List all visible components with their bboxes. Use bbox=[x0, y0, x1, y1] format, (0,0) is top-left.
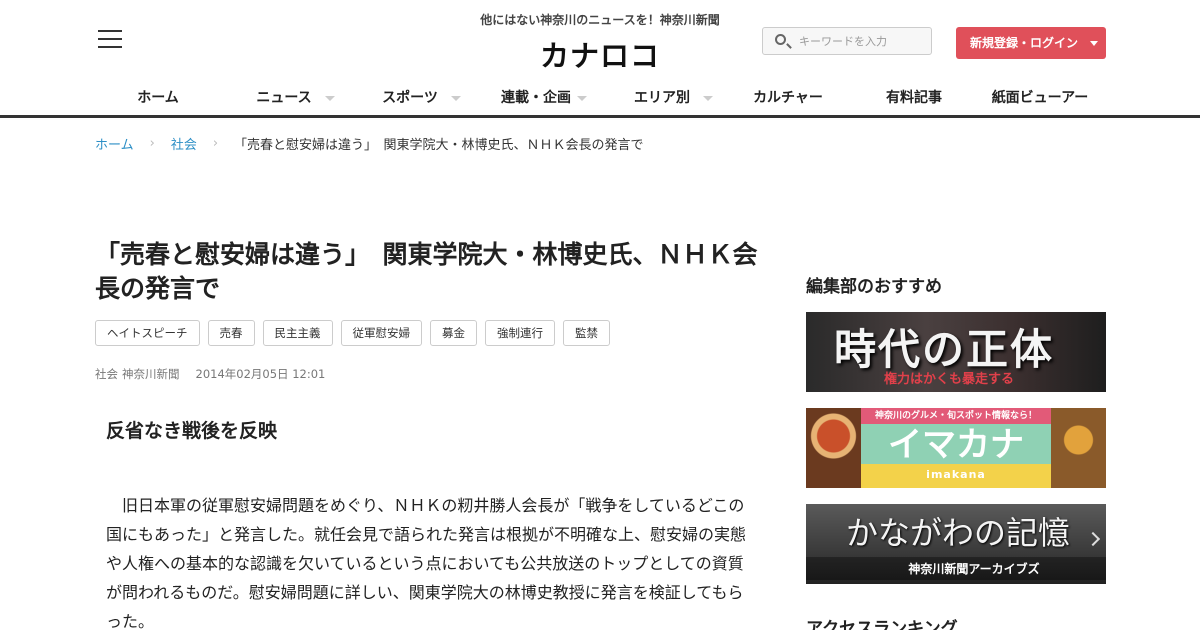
global-nav: ホーム ニュース スポーツ 連載・企画 エリア別 カルチャー 有料記事 紙面ビュ… bbox=[95, 80, 1105, 114]
breadcrumb: ホーム › 社会 › 「売春と慰安婦は違う」 関東学院大・林博史氏、ＮＨＫ会長の… bbox=[95, 134, 644, 153]
banner-main-text: イマカナ bbox=[888, 425, 1024, 465]
banner-top-text: 神奈川のグルメ・旬スポット情報なら！ bbox=[861, 408, 1051, 424]
site-header: 他にはない神奈川のニュースを！神奈川新聞 カナロコ 新規登録・ログイン ホーム … bbox=[0, 0, 1200, 118]
article: 「売春と慰安婦は違う」 関東学院大・林博史氏、ＮＨＫ会長の発言で ヘイトスピーチ… bbox=[95, 238, 785, 630]
chevron-right-icon bbox=[1085, 531, 1101, 547]
login-button[interactable]: 新規登録・ログイン bbox=[956, 27, 1106, 59]
search-icon[interactable] bbox=[775, 34, 786, 45]
banner-sub-text: 神奈川新聞アーカイブズ bbox=[806, 557, 1106, 580]
chevron-right-icon: › bbox=[212, 136, 219, 151]
search-box[interactable] bbox=[762, 27, 932, 55]
nav-item-paid[interactable]: 有料記事 bbox=[851, 80, 977, 114]
article-meta: 社会 神奈川新聞 2014年02月05日 12:01 bbox=[95, 366, 785, 382]
banner-sub-text: imakana bbox=[926, 468, 986, 481]
nav-item-area[interactable]: エリア別 bbox=[599, 80, 725, 114]
nav-item-home[interactable]: ホーム bbox=[95, 80, 221, 114]
sidebar: 編集部のおすすめ 時代の正体 権力はかくも暴走する 神奈川のグルメ・旬スポット情… bbox=[806, 272, 1106, 630]
tag-item[interactable]: 強制連行 bbox=[485, 320, 555, 346]
login-button-label: 新規登録・ログイン bbox=[970, 36, 1079, 50]
nav-item-news[interactable]: ニュース bbox=[221, 80, 347, 114]
chevron-down-icon bbox=[1090, 41, 1098, 46]
chevron-down-icon bbox=[577, 96, 587, 101]
nav-item-viewer[interactable]: 紙面ビューアー bbox=[977, 80, 1103, 114]
tag-item[interactable]: ヘイトスピーチ bbox=[95, 320, 200, 346]
banner-main-text: かながわの記憶 bbox=[846, 514, 1071, 552]
breadcrumb-home[interactable]: ホーム bbox=[95, 134, 134, 153]
ranking-title: アクセスランキング bbox=[806, 619, 958, 630]
banner-kanagawa-no-kioku[interactable]: かながわの記憶 神奈川新聞アーカイブズ bbox=[806, 504, 1106, 584]
tag-item[interactable]: 募金 bbox=[430, 320, 477, 346]
banner-sub-text: 権力はかくも暴走する bbox=[884, 372, 1015, 387]
breadcrumb-current: 「売春と慰安婦は違う」 関東学院大・林博史氏、ＮＨＫ会長の発言で bbox=[234, 138, 644, 153]
nav-item-series[interactable]: 連載・企画 bbox=[473, 80, 599, 114]
nav-item-culture[interactable]: カルチャー bbox=[725, 80, 851, 114]
tag-item[interactable]: 従軍慰安婦 bbox=[340, 320, 422, 346]
chevron-right-icon: › bbox=[149, 136, 155, 151]
tag-item[interactable]: 民主主義 bbox=[262, 320, 333, 346]
article-source: 神奈川新聞 bbox=[122, 367, 180, 381]
banner-jidai-no-shotai[interactable]: 時代の正体 権力はかくも暴走する bbox=[806, 312, 1106, 392]
article-title: 「売春と慰安婦は違う」 関東学院大・林博史氏、ＮＨＫ会長の発言で bbox=[95, 240, 758, 303]
food-photo bbox=[1051, 408, 1106, 488]
article-date: 2014年02月05日 12:01 bbox=[195, 367, 326, 381]
tag-item[interactable]: 売春 bbox=[207, 320, 255, 346]
recommend-title: 編集部のおすすめ bbox=[806, 277, 942, 297]
food-photo bbox=[806, 408, 861, 488]
banner-imakana[interactable]: 神奈川のグルメ・旬スポット情報なら！ イマカナ imakana bbox=[806, 408, 1106, 488]
chevron-down-icon bbox=[703, 96, 713, 101]
article-subhead: 反省なき戦後を反映 bbox=[106, 420, 278, 442]
article-category: 社会 bbox=[95, 367, 118, 381]
site-tagline: 他にはない神奈川のニュースを！神奈川新聞 bbox=[480, 13, 720, 27]
tag-item[interactable]: 監禁 bbox=[563, 320, 610, 346]
chevron-down-icon bbox=[325, 96, 335, 101]
search-input[interactable] bbox=[799, 31, 925, 51]
chevron-down-icon bbox=[451, 96, 461, 101]
breadcrumb-category[interactable]: 社会 bbox=[171, 134, 197, 153]
nav-item-sports[interactable]: スポーツ bbox=[347, 80, 473, 114]
tag-list: ヘイトスピーチ 売春 民主主義 従軍慰安婦 募金 強制連行 監禁 bbox=[95, 320, 785, 346]
article-body: 旧日本軍の従軍慰安婦問題をめぐり、ＮＨＫの籾井勝人会長が「戦争をしているどこの国… bbox=[106, 496, 747, 630]
